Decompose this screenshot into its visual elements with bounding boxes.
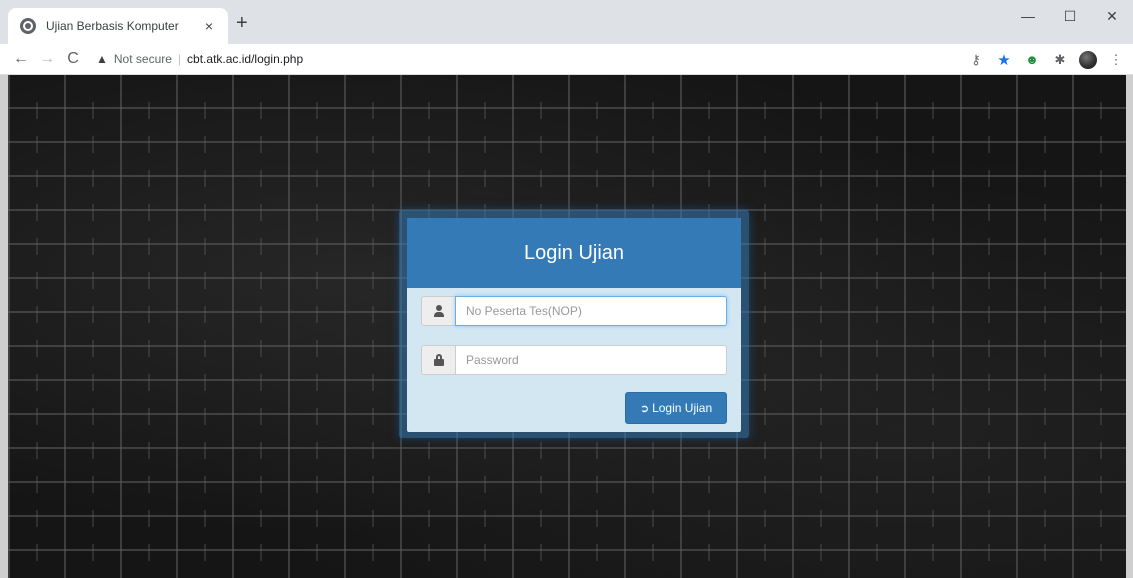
login-panel: Login Ujian ➲ Login Ujian: [407, 218, 741, 432]
key-icon[interactable]: ⚷: [965, 49, 987, 71]
star-icon[interactable]: ★: [993, 49, 1015, 71]
password-input[interactable]: [455, 345, 727, 375]
browser-tab[interactable]: Ujian Berbasis Komputer ×: [8, 8, 228, 44]
toolbar-icons: ⚷ ★ ☻ ✱ ⋮: [965, 44, 1127, 75]
puzzle-icon[interactable]: ✱: [1049, 49, 1071, 71]
window-controls: — ☐ ✕: [1007, 0, 1133, 32]
username-input[interactable]: [455, 296, 727, 326]
login-title: Login Ujian: [523, 241, 625, 264]
password-field-group: [421, 345, 727, 375]
tab-close-button[interactable]: ×: [200, 18, 218, 34]
panel-heading: Login Ujian: [407, 218, 741, 288]
reload-button[interactable]: C: [60, 46, 86, 72]
profile-icon[interactable]: ☻: [1021, 49, 1043, 71]
lock-icon: [421, 345, 455, 375]
minimize-button[interactable]: —: [1007, 0, 1049, 32]
forward-button[interactable]: →: [34, 46, 60, 72]
omnibox-separator: |: [177, 52, 182, 66]
login-container: Login Ujian ➲ Login Ujian: [399, 210, 749, 438]
close-window-button[interactable]: ✕: [1091, 0, 1133, 32]
maximize-button[interactable]: ☐: [1049, 0, 1091, 32]
tab-strip: Ujian Berbasis Komputer × + — ☐ ✕: [0, 0, 1133, 44]
new-tab-button[interactable]: +: [236, 13, 248, 33]
globe-icon: [20, 18, 36, 34]
warning-icon[interactable]: ▲: [96, 52, 108, 66]
browser-toolbar: ← → C ▲ Not secure | cbt.atk.ac.id/login…: [0, 44, 1133, 75]
login-button[interactable]: ➲ Login Ujian: [625, 392, 727, 424]
login-button-label: Login Ujian: [652, 401, 713, 415]
tab-title: Ujian Berbasis Komputer: [46, 19, 179, 33]
username-field-group: [421, 296, 727, 326]
menu-icon[interactable]: ⋮: [1105, 49, 1127, 71]
window-border-right: [1126, 75, 1133, 578]
login-icon: ➲: [639, 402, 650, 415]
avatar-icon[interactable]: [1077, 49, 1099, 71]
security-label[interactable]: Not secure: [114, 52, 172, 66]
url-text[interactable]: cbt.atk.ac.id/login.php: [187, 52, 303, 66]
back-button[interactable]: ←: [8, 46, 34, 72]
window-border-left: [0, 75, 8, 578]
user-icon: [421, 296, 455, 326]
address-bar[interactable]: ▲ Not secure | cbt.atk.ac.id/login.php: [96, 47, 926, 71]
